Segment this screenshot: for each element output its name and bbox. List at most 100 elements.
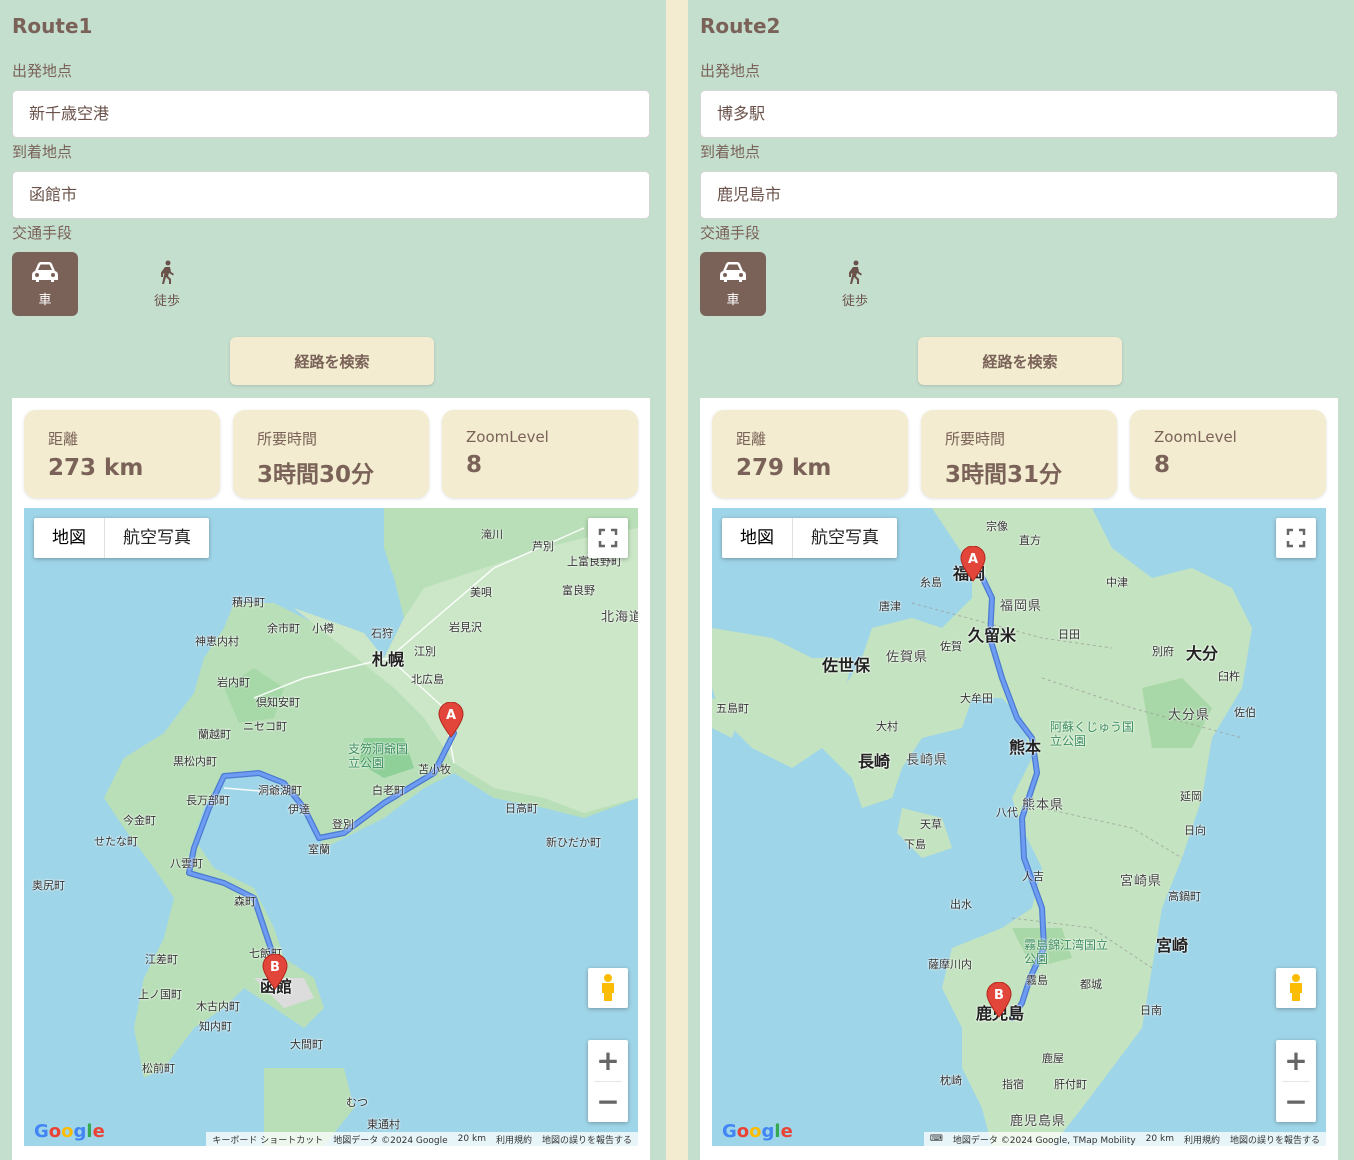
map-place: 大分 xyxy=(1186,644,1219,663)
fullscreen-button[interactable] xyxy=(1276,518,1316,558)
mode-car-button[interactable]: 車 xyxy=(12,252,78,316)
duration-label: 所要時間 xyxy=(257,430,318,448)
marker-a[interactable]: A xyxy=(438,701,464,738)
destination-input[interactable]: 鹿児島市 xyxy=(700,171,1338,219)
map-place: 石狩 xyxy=(371,627,393,640)
map-place: 宮崎 xyxy=(1156,936,1189,955)
map-place: 積丹町 xyxy=(232,596,265,609)
terms-link[interactable]: 利用規約 xyxy=(496,1133,532,1146)
mode-car-button[interactable]: 車 xyxy=(700,252,766,316)
marker-a-letter: A xyxy=(968,552,978,567)
search-route-button[interactable]: 経路を検索 xyxy=(230,337,434,385)
mode-walk-label: 徒歩 xyxy=(153,293,180,309)
map-place: 佐伯 xyxy=(1234,706,1256,719)
map-place: 蘭越町 xyxy=(198,728,231,741)
zoom-level-card: ZoomLevel 8 xyxy=(442,410,638,498)
route-panel-2: Route2 出発地点 博多駅 到着地点 鹿児島市 交通手段 車 徒歩 経路を検… xyxy=(688,0,1354,1160)
map-place: 北海道 xyxy=(601,610,638,625)
map-place: 支笏洞爺国立公園 xyxy=(348,742,409,770)
route-panel-1: Route1 出発地点 新千歳空港 到着地点 函館市 交通手段 車 徒歩 経路を… xyxy=(0,0,666,1160)
duration-label: 所要時間 xyxy=(945,430,1006,448)
fullscreen-icon xyxy=(1286,528,1306,548)
map-place: 佐賀 xyxy=(940,640,962,653)
route-title: Route2 xyxy=(700,14,781,38)
marker-b-letter: B xyxy=(270,960,280,975)
distance-card: 距離 279 km xyxy=(712,410,908,498)
origin-input[interactable]: 博多駅 xyxy=(700,90,1338,138)
duration-value: 3時間30分 xyxy=(257,462,375,488)
map-place: むつ xyxy=(346,1096,368,1109)
report-error-link[interactable]: 地図の誤りを報告する xyxy=(542,1133,632,1146)
map-place: 鹿児島県 xyxy=(1010,1114,1067,1129)
street-view-button[interactable] xyxy=(588,968,628,1008)
map-place: 糸島 xyxy=(920,576,942,589)
map-place: 鹿屋 xyxy=(1042,1052,1064,1065)
map-place: 霧島 xyxy=(1026,974,1048,987)
map-place: 余市町 xyxy=(267,622,300,635)
street-view-button[interactable] xyxy=(1276,968,1316,1008)
google-logo: Google xyxy=(34,1121,105,1142)
map-place: 薩摩川内 xyxy=(928,958,972,971)
mode-walk-button[interactable]: 徒歩 xyxy=(134,252,200,316)
map-place: 富良野 xyxy=(562,584,595,597)
map-type-control: 地図 航空写真 xyxy=(34,518,209,558)
map-view[interactable]: 宗像 直方 福岡 糸島 中津 唐津 福岡県 久留米 日田 佐世保 佐賀県 佐賀 … xyxy=(712,508,1326,1146)
map-place: 福岡県 xyxy=(1000,599,1043,614)
fullscreen-button[interactable] xyxy=(588,518,628,558)
scale-bar[interactable]: 20 km xyxy=(1146,1134,1174,1144)
map-type-satellite-button[interactable]: 航空写真 xyxy=(793,518,897,558)
transport-mode-label: 交通手段 xyxy=(12,224,73,242)
zoom-control: + − xyxy=(588,1040,628,1122)
map-place: 臼杵 xyxy=(1218,670,1240,683)
marker-b[interactable]: B xyxy=(262,953,288,990)
map-place: 延岡 xyxy=(1180,790,1202,803)
walk-icon xyxy=(161,260,174,284)
route-title: Route1 xyxy=(12,14,93,38)
map-place: 木古内町 xyxy=(196,1000,240,1013)
map-place: 大間町 xyxy=(290,1038,323,1051)
zoom-out-button[interactable]: − xyxy=(1276,1081,1316,1122)
walk-icon xyxy=(849,260,862,284)
marker-a[interactable]: A xyxy=(960,545,986,582)
keyboard-shortcuts-link[interactable]: キーボード ショートカット xyxy=(212,1133,323,1146)
map-type-map-button[interactable]: 地図 xyxy=(34,518,105,558)
search-route-button[interactable]: 経路を検索 xyxy=(918,337,1122,385)
terms-link[interactable]: 利用規約 xyxy=(1184,1133,1220,1146)
map-place: 唐津 xyxy=(879,600,901,613)
map-place: 神恵内村 xyxy=(195,635,239,648)
google-logo: Google xyxy=(722,1121,793,1142)
zoom-out-button[interactable]: − xyxy=(588,1081,628,1122)
map-attribution: ⌨ 地図データ ©2024 Google, TMap Mobility 20 k… xyxy=(923,1132,1326,1146)
map-place: 大村 xyxy=(876,720,898,733)
scale-bar[interactable]: 20 km xyxy=(458,1134,486,1144)
mode-walk-button[interactable]: 徒歩 xyxy=(822,252,888,316)
map-type-map-button[interactable]: 地図 xyxy=(722,518,793,558)
zoom-in-button[interactable]: + xyxy=(588,1040,628,1081)
map-place: 松前町 xyxy=(142,1062,175,1075)
map-place: 日南 xyxy=(1140,1004,1162,1017)
map-place: 霧島錦江湾国立公園 xyxy=(1024,938,1109,966)
map-place: 室蘭 xyxy=(308,843,330,856)
map-place: ニセコ町 xyxy=(243,720,287,733)
map-place: 天草 xyxy=(920,818,942,831)
map-place: 指宿 xyxy=(1002,1078,1024,1091)
map-place: 八代 xyxy=(996,806,1018,819)
origin-input[interactable]: 新千歳空港 xyxy=(12,90,650,138)
duration-value: 3時間31分 xyxy=(945,462,1063,488)
map-view[interactable]: 滝川 芦別 上富良野町 富良野 美唄 北海道 積丹町 余市町 小樽 石狩 岩見沢… xyxy=(24,508,638,1146)
map-place: 倶知安町 xyxy=(256,696,300,709)
map-type-satellite-button[interactable]: 航空写真 xyxy=(105,518,209,558)
map-place: 別府 xyxy=(1152,645,1174,658)
map-place: 熊本県 xyxy=(1022,798,1065,813)
map-place: 高鍋町 xyxy=(1168,890,1201,903)
zoom-in-button[interactable]: + xyxy=(1276,1040,1316,1081)
zoom-control: + − xyxy=(1276,1040,1316,1122)
destination-input[interactable]: 函館市 xyxy=(12,171,650,219)
map-place: 大分県 xyxy=(1168,708,1211,723)
mode-walk-label: 徒歩 xyxy=(841,293,868,309)
keyboard-icon[interactable]: ⌨ xyxy=(930,1134,943,1144)
map-place: 奥尻町 xyxy=(32,879,65,892)
zoom-level-label: ZoomLevel xyxy=(1154,428,1237,446)
report-error-link[interactable]: 地図の誤りを報告する xyxy=(1230,1133,1320,1146)
marker-b[interactable]: B xyxy=(986,981,1012,1018)
